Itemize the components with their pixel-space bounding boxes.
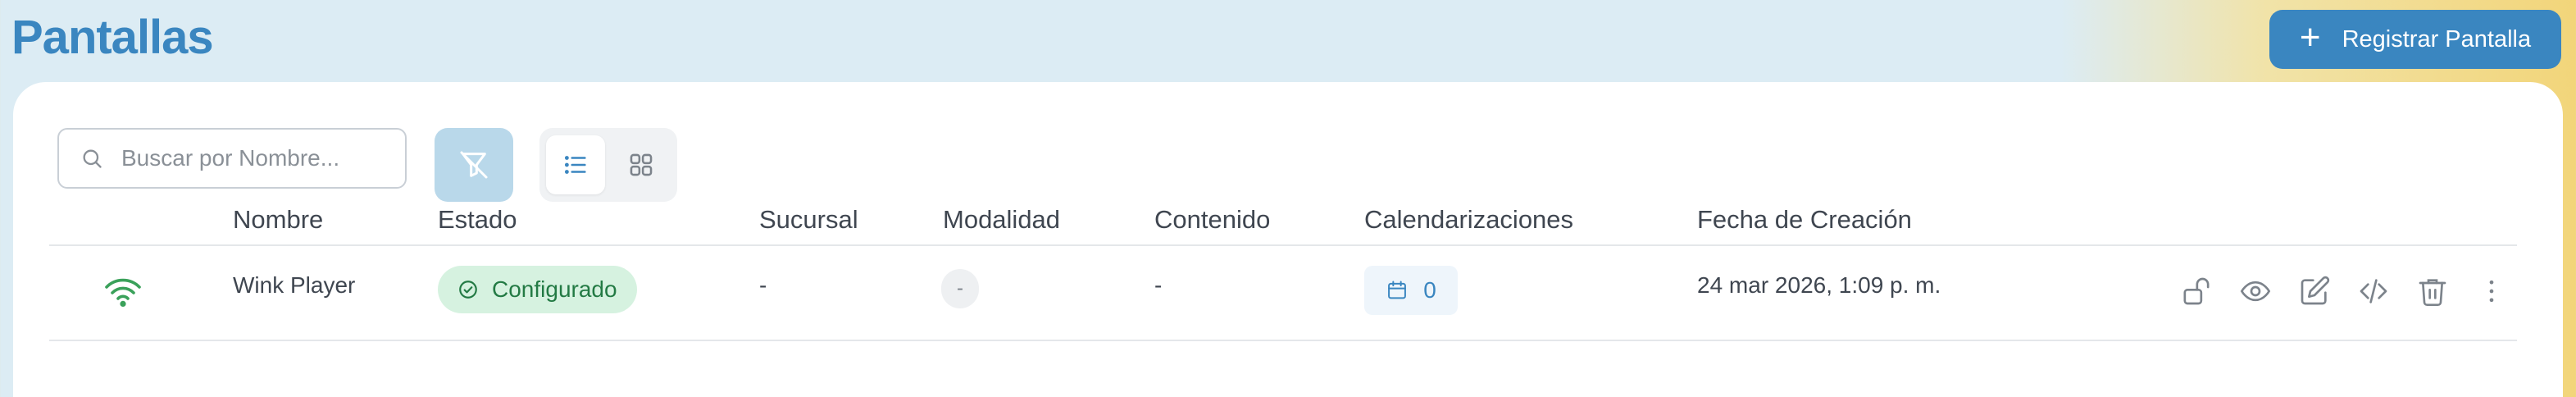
delete-button[interactable] [2412, 271, 2453, 312]
list-view-icon [564, 156, 586, 174]
eye-icon [2240, 281, 2271, 302]
column-header-modalidad[interactable]: Modalidad [943, 205, 1060, 235]
column-header-estado[interactable]: Estado [438, 205, 517, 235]
column-header-fecha[interactable]: Fecha de Creación [1697, 205, 1912, 235]
grid-view-button[interactable] [612, 135, 671, 194]
screen-name[interactable]: Wink Player [233, 272, 355, 299]
view-button[interactable] [2235, 271, 2276, 312]
unlock-button[interactable] [2176, 271, 2217, 312]
table-row[interactable]: Wink Player Configurado - - - 0 24 mar 2… [49, 246, 2517, 341]
check-circle-icon [459, 281, 477, 299]
content-value: - [1154, 272, 1163, 298]
edit-button[interactable] [2294, 271, 2335, 312]
branch-value: - [759, 272, 767, 298]
embed-code-button[interactable] [2353, 271, 2394, 312]
view-mode-toggle [539, 128, 677, 202]
page-title: Pantallas [11, 11, 214, 64]
screens-card: Nombre Estado Sucursal Modalidad Conteni… [13, 82, 2563, 397]
status-label: Configurado [492, 276, 617, 302]
search-box [57, 128, 407, 189]
wifi-icon [103, 276, 143, 313]
calendar-icon [1388, 281, 1407, 299]
schedules-badge[interactable]: 0 [1364, 266, 1458, 315]
unlock-icon [2183, 277, 2210, 305]
column-header-nombre[interactable]: Nombre [233, 205, 323, 235]
column-header-sucursal[interactable]: Sucursal [759, 205, 858, 235]
search-icon [83, 149, 102, 168]
row-actions [2176, 271, 2512, 312]
status-badge: Configurado [438, 266, 637, 313]
trash-icon [2419, 279, 2446, 306]
column-header-contenido[interactable]: Contenido [1154, 205, 1270, 235]
mode-badge: - [941, 269, 979, 308]
plus-icon: + [2299, 17, 2321, 57]
grid-view-icon [630, 153, 653, 176]
search-input[interactable] [121, 145, 384, 171]
edit-icon [2301, 276, 2330, 305]
schedules-count: 0 [1423, 277, 1436, 303]
filter-off-icon [460, 151, 488, 179]
register-screen-label: Registrar Pantalla [2342, 25, 2532, 52]
list-view-button[interactable] [546, 135, 605, 194]
more-options-button[interactable] [2471, 271, 2512, 312]
code-icon [2360, 279, 2387, 303]
register-screen-button[interactable]: + Registrar Pantalla [2269, 10, 2561, 69]
filter-toggle-button[interactable] [435, 128, 513, 202]
column-header-calendarizaciones[interactable]: Calendarizaciones [1364, 205, 1573, 235]
table-header: Nombre Estado Sucursal Modalidad Conteni… [49, 205, 2517, 246]
more-vertical-icon [2489, 280, 2494, 303]
creation-date: 24 mar 2026, 1:09 p. m. [1697, 272, 1941, 298]
